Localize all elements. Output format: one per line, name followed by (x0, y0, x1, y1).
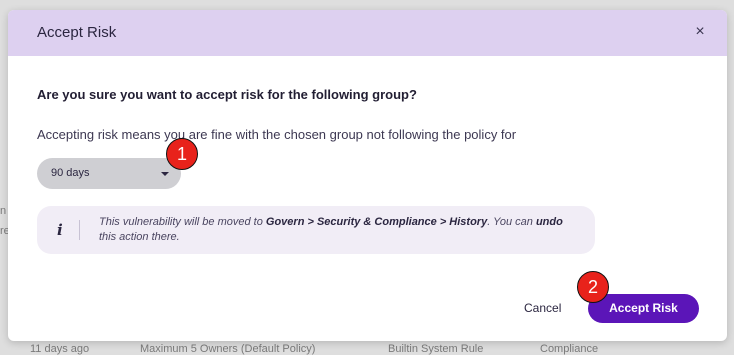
confirmation-question: Are you sure you want to accept risk for… (37, 87, 417, 102)
accept-risk-button[interactable]: Accept Risk (588, 294, 699, 323)
accept-risk-description: Accepting risk means you are fine with t… (37, 127, 517, 142)
close-icon[interactable]: × (691, 23, 709, 41)
background-cell: 11 days ago (30, 343, 90, 355)
info-divider (79, 220, 80, 240)
duration-select[interactable]: 90 days (37, 158, 181, 189)
cancel-button[interactable]: Cancel (524, 301, 561, 315)
background-cell: Maximum 5 Owners (Default Policy) (140, 343, 316, 355)
background-text-fragment: n (0, 205, 7, 217)
dialog-title: Accept Risk (37, 24, 117, 41)
step-badge-1: 1 (166, 138, 198, 170)
info-callout: i This vulnerability will be moved to Go… (37, 206, 595, 254)
info-text: This vulnerability will be moved to Gove… (99, 216, 563, 243)
background-cell: Compliance (540, 343, 599, 355)
background-cell: Builtin System Rule (388, 343, 484, 355)
step-badge-2: 2 (577, 271, 609, 303)
info-icon: i (57, 221, 63, 239)
duration-select-value: 90 days (51, 167, 90, 179)
accept-risk-dialog: Accept Risk × Are you sure you want to a… (8, 10, 727, 341)
dialog-header: Accept Risk × (8, 10, 727, 56)
caret-down-icon (161, 172, 169, 176)
history-path: Govern > Security & Compliance > History (265, 216, 488, 228)
undo-keyword: undo (535, 216, 563, 228)
